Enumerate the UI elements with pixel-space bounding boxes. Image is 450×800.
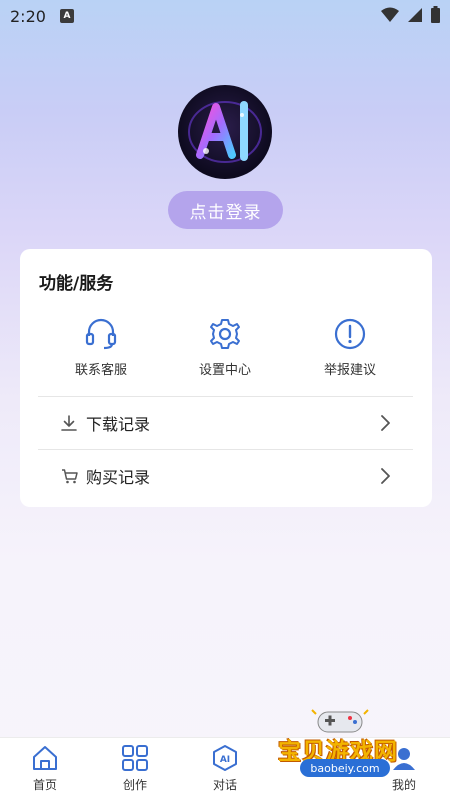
chevron-right-icon	[381, 415, 390, 431]
chevron-right-icon	[381, 468, 390, 484]
service-label: 联系客服	[74, 363, 127, 378]
ai-chat-icon: AI	[213, 745, 237, 771]
download-records-row[interactable]: 下载记录	[38, 396, 413, 449]
row-label: 购买记录	[86, 468, 151, 487]
service-label: 设置中心	[198, 363, 251, 378]
ai-badge-text: AI	[220, 755, 230, 765]
service-settings[interactable]: 设置中心	[175, 317, 275, 378]
watermark-url: baobeiy.com	[300, 759, 390, 777]
alert-icon	[334, 318, 366, 350]
status-indicators	[381, 6, 440, 23]
row-label: 下载记录	[86, 415, 151, 434]
service-contact-support[interactable]: 联系客服	[51, 317, 151, 378]
wifi-icon	[381, 7, 399, 22]
download-icon	[61, 415, 77, 431]
services-title: 功能/服务	[39, 274, 114, 294]
gear-icon	[210, 319, 240, 349]
headset-icon	[85, 318, 117, 350]
status-bar: 2:20 A	[0, 0, 450, 32]
nav-label: 对话	[212, 778, 237, 792]
nav-home[interactable]: 首页	[15, 744, 75, 793]
nav-create[interactable]: 创作	[105, 744, 165, 793]
service-report-feedback[interactable]: 举报建议	[300, 317, 400, 378]
grid-icon	[122, 745, 148, 771]
nav-chat[interactable]: AI 对话	[195, 744, 255, 793]
battery-icon	[431, 6, 440, 23]
signal-icon	[408, 7, 422, 22]
login-button[interactable]: 点击登录	[168, 191, 283, 229]
nav-label: 首页	[32, 778, 57, 792]
cart-icon	[62, 469, 78, 484]
home-icon	[33, 746, 57, 770]
service-label: 举报建议	[323, 363, 376, 378]
nav-label: 创作	[122, 778, 147, 792]
app-notification-icon: A	[59, 9, 74, 23]
status-time: 2:20	[10, 6, 46, 26]
purchase-records-row[interactable]: 购买记录	[38, 449, 413, 502]
watermark: 宝贝游戏网 baobeiy.com	[272, 706, 422, 786]
ai-logo-icon	[188, 101, 262, 163]
services-card: 功能/服务 联系客服 设置中心 举报建议 下载记录 购买记录	[20, 249, 432, 507]
avatar[interactable]	[178, 85, 272, 179]
